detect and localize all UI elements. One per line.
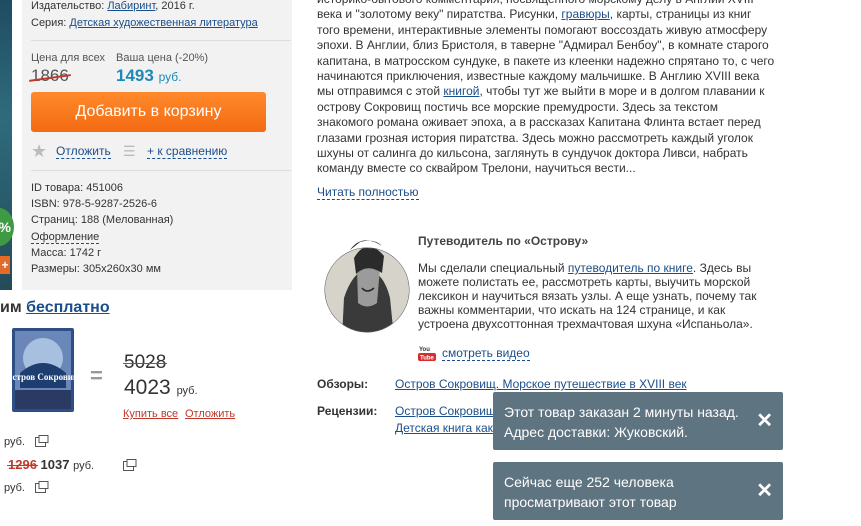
your-price-value: 1493: [116, 66, 154, 85]
guide-text: Мы сделали специальный путеводитель по к…: [418, 261, 763, 331]
youtube-icon[interactable]: You Tube: [418, 344, 436, 362]
bundle-heading-text: им: [0, 299, 27, 316]
row-currency: руб.: [4, 436, 25, 448]
publisher-label: Издательство:: [31, 0, 105, 12]
row-old-price: 1296: [7, 457, 38, 472]
compare-link[interactable]: + к сравнению: [147, 144, 228, 159]
bundle-book-cover[interactable]: Остров Сокровищ: [5, 328, 81, 412]
price-all-label: Цена для всех: [31, 52, 105, 64]
publisher-link[interactable]: Лабиринт: [107, 0, 155, 12]
publisher-year: , 2016 г.: [155, 0, 195, 12]
bundle-postpone-link[interactable]: Отложить: [185, 408, 235, 420]
bundle-row: руб.: [4, 436, 25, 448]
publisher-line: Издательство: Лабиринт, 2016 г.: [31, 0, 195, 12]
row-currency: руб.: [4, 482, 25, 494]
divider: [31, 170, 291, 171]
engravings-link[interactable]: гравюры: [561, 7, 609, 21]
divider: [31, 40, 291, 41]
star-icon[interactable]: ★: [31, 141, 47, 162]
buy-all-link[interactable]: Купить все: [123, 408, 178, 420]
guide-link[interactable]: путеводитель по книге: [568, 261, 693, 275]
bundle-old-price: 5028: [122, 352, 168, 374]
add-to-cart-button[interactable]: Добавить в корзину: [31, 92, 266, 132]
preview-icon[interactable]: [35, 434, 49, 452]
free-link[interactable]: бесплатно: [26, 299, 109, 316]
critique-link-1[interactable]: Остров Сокровищ: [395, 404, 496, 418]
pages: Страниц: 188 (Мелованная): [31, 214, 174, 226]
series-line: Серия: Детская художественная литература: [31, 17, 258, 29]
old-price: 1866: [31, 66, 69, 85]
read-more-link[interactable]: Читать полностью: [317, 185, 419, 200]
order-notification: Этот товар заказан 2 минуты назад. Адрес…: [493, 392, 783, 450]
preview-icon[interactable]: [35, 480, 49, 498]
close-icon[interactable]: ✕: [756, 481, 773, 501]
notification-text: Этот товар заказан 2 минуты назад. Адрес…: [504, 404, 739, 440]
compare-list-icon[interactable]: ☰: [123, 143, 136, 161]
bundle-row: руб.: [4, 482, 25, 494]
notification-text: Сейчас еще 252 человека просматривают эт…: [504, 474, 677, 510]
your-price: 1493 руб.: [116, 66, 181, 86]
equals-sign: =: [90, 363, 103, 388]
series-link[interactable]: Детская художественная литература: [69, 17, 257, 29]
design-link[interactable]: Оформление: [31, 231, 100, 244]
svg-text:You: You: [419, 347, 430, 353]
row-new-price: 1037: [40, 457, 70, 472]
guide-title: Путеводитель по «Острову»: [418, 234, 589, 248]
bundle-row-price: 1296 1037 руб.: [7, 457, 95, 472]
currency: руб.: [176, 385, 198, 397]
reviews-label: Обзоры:: [317, 377, 369, 391]
bundle-new-price: 4023 руб.: [124, 376, 198, 400]
critique-link-2[interactable]: Детская книга как: [395, 421, 493, 435]
bundle-heading: им бесплатно: [0, 299, 110, 317]
product-id: ID товара: 451006: [31, 182, 123, 194]
review-link[interactable]: Остров Сокровищ. Морское путешествие в X…: [395, 377, 687, 391]
guide-text-part: Мы сделали специальный: [418, 261, 568, 275]
dimensions: Размеры: 305x260x30 мм: [31, 263, 161, 275]
viewers-notification: Сейчас еще 252 человека просматривают эт…: [493, 462, 783, 520]
book-cover-edge: [0, 0, 12, 290]
book-link[interactable]: книгой: [443, 84, 479, 98]
bundle-new-value: 4023: [124, 376, 171, 399]
description-text: историко-бытового комментария, посвященн…: [317, 0, 777, 177]
critiques-label: Рецензии:: [317, 404, 378, 418]
price-yours-label: Ваша цена (-20%): [116, 52, 209, 64]
series-label: Серия:: [31, 17, 67, 29]
svg-text:Tube: Tube: [420, 356, 435, 362]
close-icon[interactable]: ✕: [756, 411, 773, 431]
bundle-old-value: 5028: [122, 352, 168, 373]
preview-icon[interactable]: [123, 458, 137, 476]
plus-badge[interactable]: +: [0, 256, 10, 274]
weight: Масса: 1742 г: [31, 247, 102, 259]
watch-video-link[interactable]: смотреть видео: [442, 346, 530, 361]
isbn: ISBN: 978-5-9287-2526-6: [31, 198, 157, 210]
postpone-link[interactable]: Отложить: [56, 144, 111, 159]
row-currency: руб.: [73, 460, 95, 472]
book-cover-title: Остров Сокровищ: [12, 372, 74, 382]
pirate-portrait-image: [322, 228, 412, 338]
currency: руб.: [158, 70, 182, 84]
